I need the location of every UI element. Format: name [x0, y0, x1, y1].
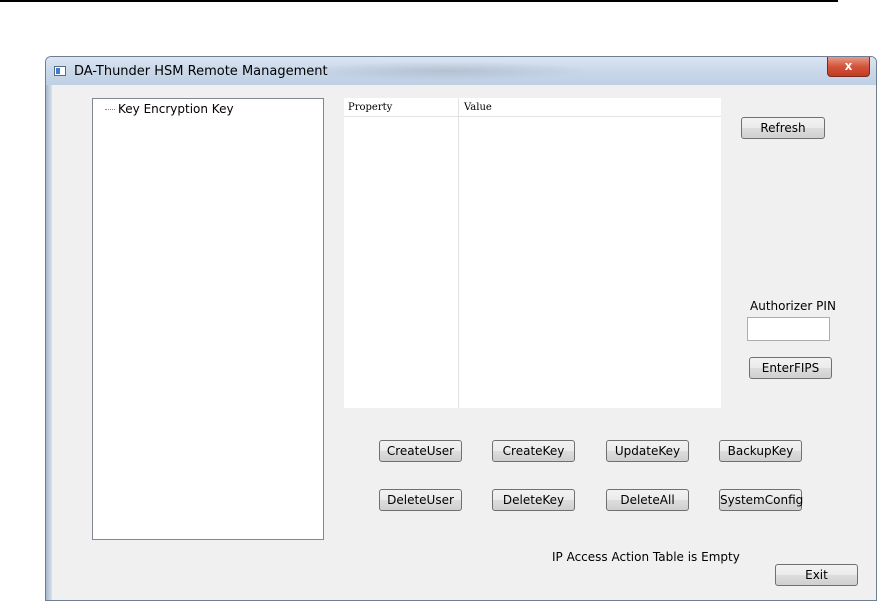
authorizer-pin-input[interactable]	[747, 317, 830, 341]
status-message: IP Access Action Table is Empty	[552, 550, 740, 564]
column-header-value[interactable]: Value	[464, 102, 492, 113]
delete-user-button[interactable]: DeleteUser	[379, 489, 462, 511]
window-left-frame	[46, 85, 52, 600]
window-title: DA-Thunder HSM Remote Management	[74, 64, 328, 79]
column-divider	[458, 98, 459, 408]
property-table[interactable]: Property Value	[344, 98, 721, 408]
title-bar-blur	[296, 61, 596, 81]
top-rule	[0, 0, 838, 2]
backup-key-button[interactable]: BackupKey	[719, 440, 802, 462]
tree-connector-icon	[105, 109, 115, 110]
tree-item-key-encryption-key[interactable]: Key Encryption Key	[105, 102, 234, 116]
update-key-button[interactable]: UpdateKey	[606, 440, 689, 462]
tree-item-label: Key Encryption Key	[118, 102, 234, 116]
app-window-icon	[54, 66, 66, 76]
create-user-button[interactable]: CreateUser	[379, 440, 462, 462]
refresh-button[interactable]: Refresh	[741, 117, 825, 139]
delete-key-button[interactable]: DeleteKey	[492, 489, 575, 511]
delete-all-button[interactable]: DeleteAll	[606, 489, 689, 511]
enter-fips-button[interactable]: EnterFIPS	[749, 357, 832, 379]
property-table-header: Property Value	[344, 98, 721, 117]
close-button[interactable]: x	[827, 57, 870, 77]
exit-button[interactable]: Exit	[775, 564, 858, 586]
key-tree-view[interactable]: Key Encryption Key	[92, 98, 324, 540]
create-key-button[interactable]: CreateKey	[492, 440, 575, 462]
authorizer-pin-label: Authorizer PIN	[750, 299, 836, 313]
column-header-property[interactable]: Property	[348, 102, 392, 113]
close-icon: x	[844, 59, 853, 73]
system-config-button[interactable]: SystemConfig	[719, 489, 803, 511]
title-bar[interactable]: DA-Thunder HSM Remote Management x	[46, 57, 876, 85]
